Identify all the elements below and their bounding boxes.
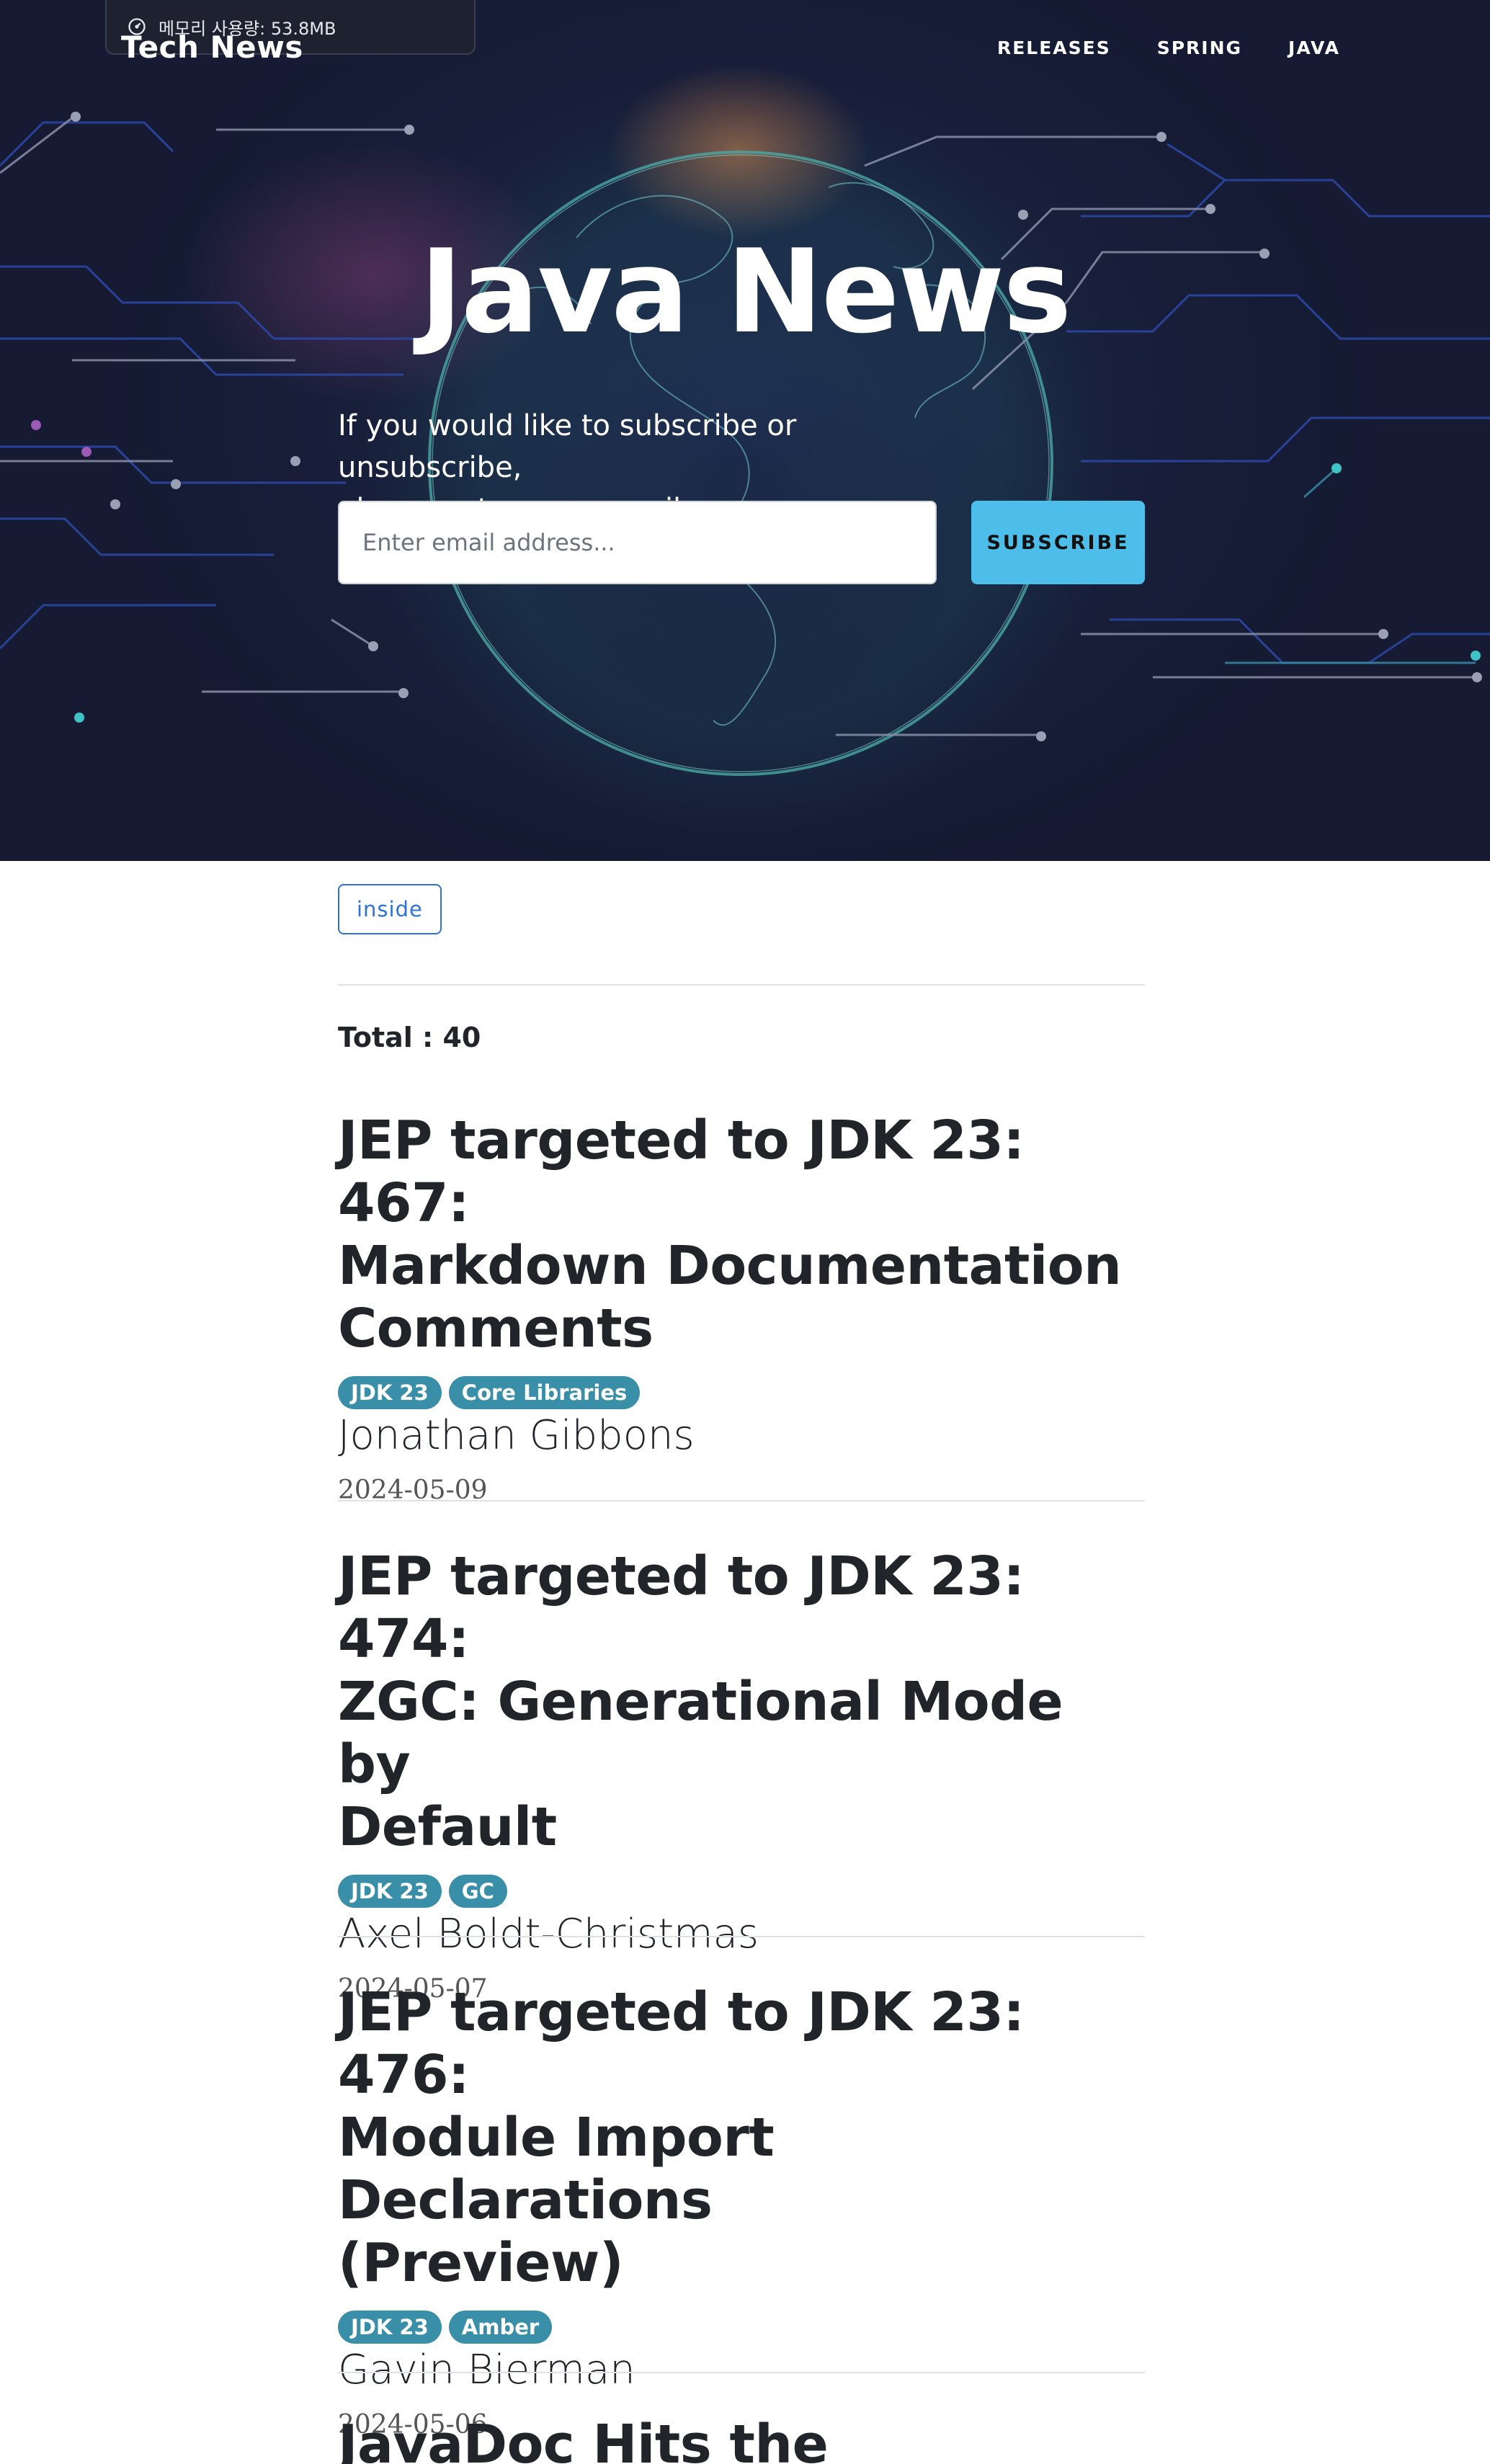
hero-title: Java News bbox=[419, 224, 1072, 359]
post-title[interactable]: JEP targeted to JDK 23: 474: ZGC: Genera… bbox=[338, 1545, 1145, 1859]
post-title-line: Default bbox=[338, 1796, 557, 1858]
total-count: Total : 40 bbox=[338, 1022, 481, 1053]
post-title-line: JEP targeted to JDK 23: 476: bbox=[338, 1981, 1025, 2106]
tag-badge[interactable]: Amber bbox=[448, 2311, 553, 2344]
post-item[interactable]: JavaDoc Hits the Markdown bbox=[338, 2414, 1145, 2464]
divider bbox=[338, 1936, 1145, 1937]
email-input[interactable] bbox=[338, 501, 937, 584]
post-title-line: Module Import Declarations bbox=[338, 2107, 775, 2231]
post-title[interactable]: JavaDoc Hits the Markdown bbox=[338, 2414, 1145, 2464]
post-item[interactable]: JEP targeted to JDK 23: 474: ZGC: Genera… bbox=[338, 1545, 1145, 2004]
tag-badge[interactable]: JDK 23 bbox=[338, 1376, 442, 1409]
post-tags: JDK 23 GC bbox=[338, 1875, 1145, 1908]
post-title-line: JEP targeted to JDK 23: 474: bbox=[338, 1545, 1025, 1670]
post-title-line: ZGC: Generational Mode by bbox=[338, 1671, 1063, 1795]
post-author: Axel Boldt-Christmas bbox=[338, 1911, 759, 1958]
tag-badge[interactable]: JDK 23 bbox=[338, 1875, 442, 1908]
post-item[interactable]: JEP targeted to JDK 23: 467: Markdown Do… bbox=[338, 1110, 1145, 1505]
post-author: Gavin Bierman bbox=[338, 2347, 635, 2393]
post-title-line: JavaDoc Hits the Markdown bbox=[338, 2414, 829, 2464]
post-tags: JDK 23 Core Libraries bbox=[338, 1376, 1145, 1409]
nav-releases[interactable]: RELEASES bbox=[997, 37, 1111, 58]
post-author: Jonathan Gibbons bbox=[338, 1412, 695, 1459]
subscribe-button[interactable]: SUBSCRIBE bbox=[971, 501, 1145, 584]
top-nav: RELEASES SPRING JAVA bbox=[997, 37, 1340, 58]
tag-badge[interactable]: GC bbox=[448, 1875, 507, 1908]
nav-spring[interactable]: SPRING bbox=[1157, 37, 1242, 58]
post-item[interactable]: JEP targeted to JDK 23: 476: Module Impo… bbox=[338, 1981, 1145, 2440]
post-tags: JDK 23 Amber bbox=[338, 2311, 1145, 2344]
divider bbox=[338, 1500, 1145, 1501]
post-title-line: JEP targeted to JDK 23: 467: bbox=[338, 1110, 1025, 1234]
tag-badge[interactable]: JDK 23 bbox=[338, 2311, 442, 2344]
post-title[interactable]: JEP targeted to JDK 23: 467: Markdown Do… bbox=[338, 1110, 1145, 1360]
hero-subtitle-line1: If you would like to subscribe or unsubs… bbox=[338, 409, 797, 484]
brand-name: Tech News bbox=[121, 33, 303, 65]
brand-logo[interactable]: Tech News bbox=[121, 33, 303, 69]
post-title-line: (Preview) bbox=[338, 2232, 624, 2294]
post-title-line: Comments bbox=[338, 1298, 653, 1360]
filter-inside-button[interactable]: inside bbox=[338, 884, 442, 934]
divider bbox=[338, 984, 1145, 986]
hero-banner: 메모리 사용량: 53.8MB Tech News RELEASES SPRIN… bbox=[0, 0, 1490, 861]
nav-java[interactable]: JAVA bbox=[1288, 37, 1340, 58]
post-title-line: Markdown Documentation bbox=[338, 1235, 1122, 1297]
post-title[interactable]: JEP targeted to JDK 23: 476: Module Impo… bbox=[338, 1981, 1145, 2295]
tag-badge[interactable]: Core Libraries bbox=[448, 1376, 641, 1409]
divider bbox=[338, 2372, 1145, 2373]
